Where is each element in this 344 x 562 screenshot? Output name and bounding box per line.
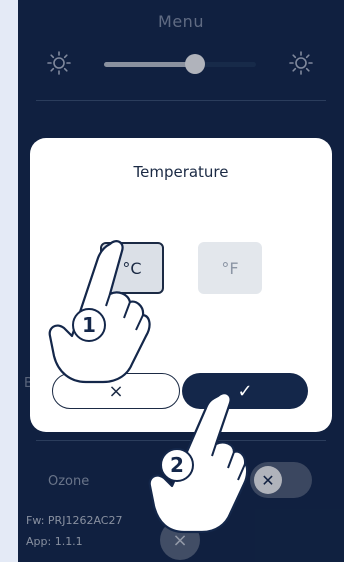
phone-screen: Menu B Ozone ✕ Fw: PRJ1262AC27 App: 1.1.… — [18, 0, 344, 562]
dialog-title: Temperature — [133, 163, 229, 181]
pointing-hand-icon — [48, 240, 151, 384]
fahrenheit-button[interactable]: °F — [198, 242, 262, 294]
step-two-badge: 2 — [160, 448, 194, 482]
step-one-badge: 1 — [72, 308, 106, 342]
